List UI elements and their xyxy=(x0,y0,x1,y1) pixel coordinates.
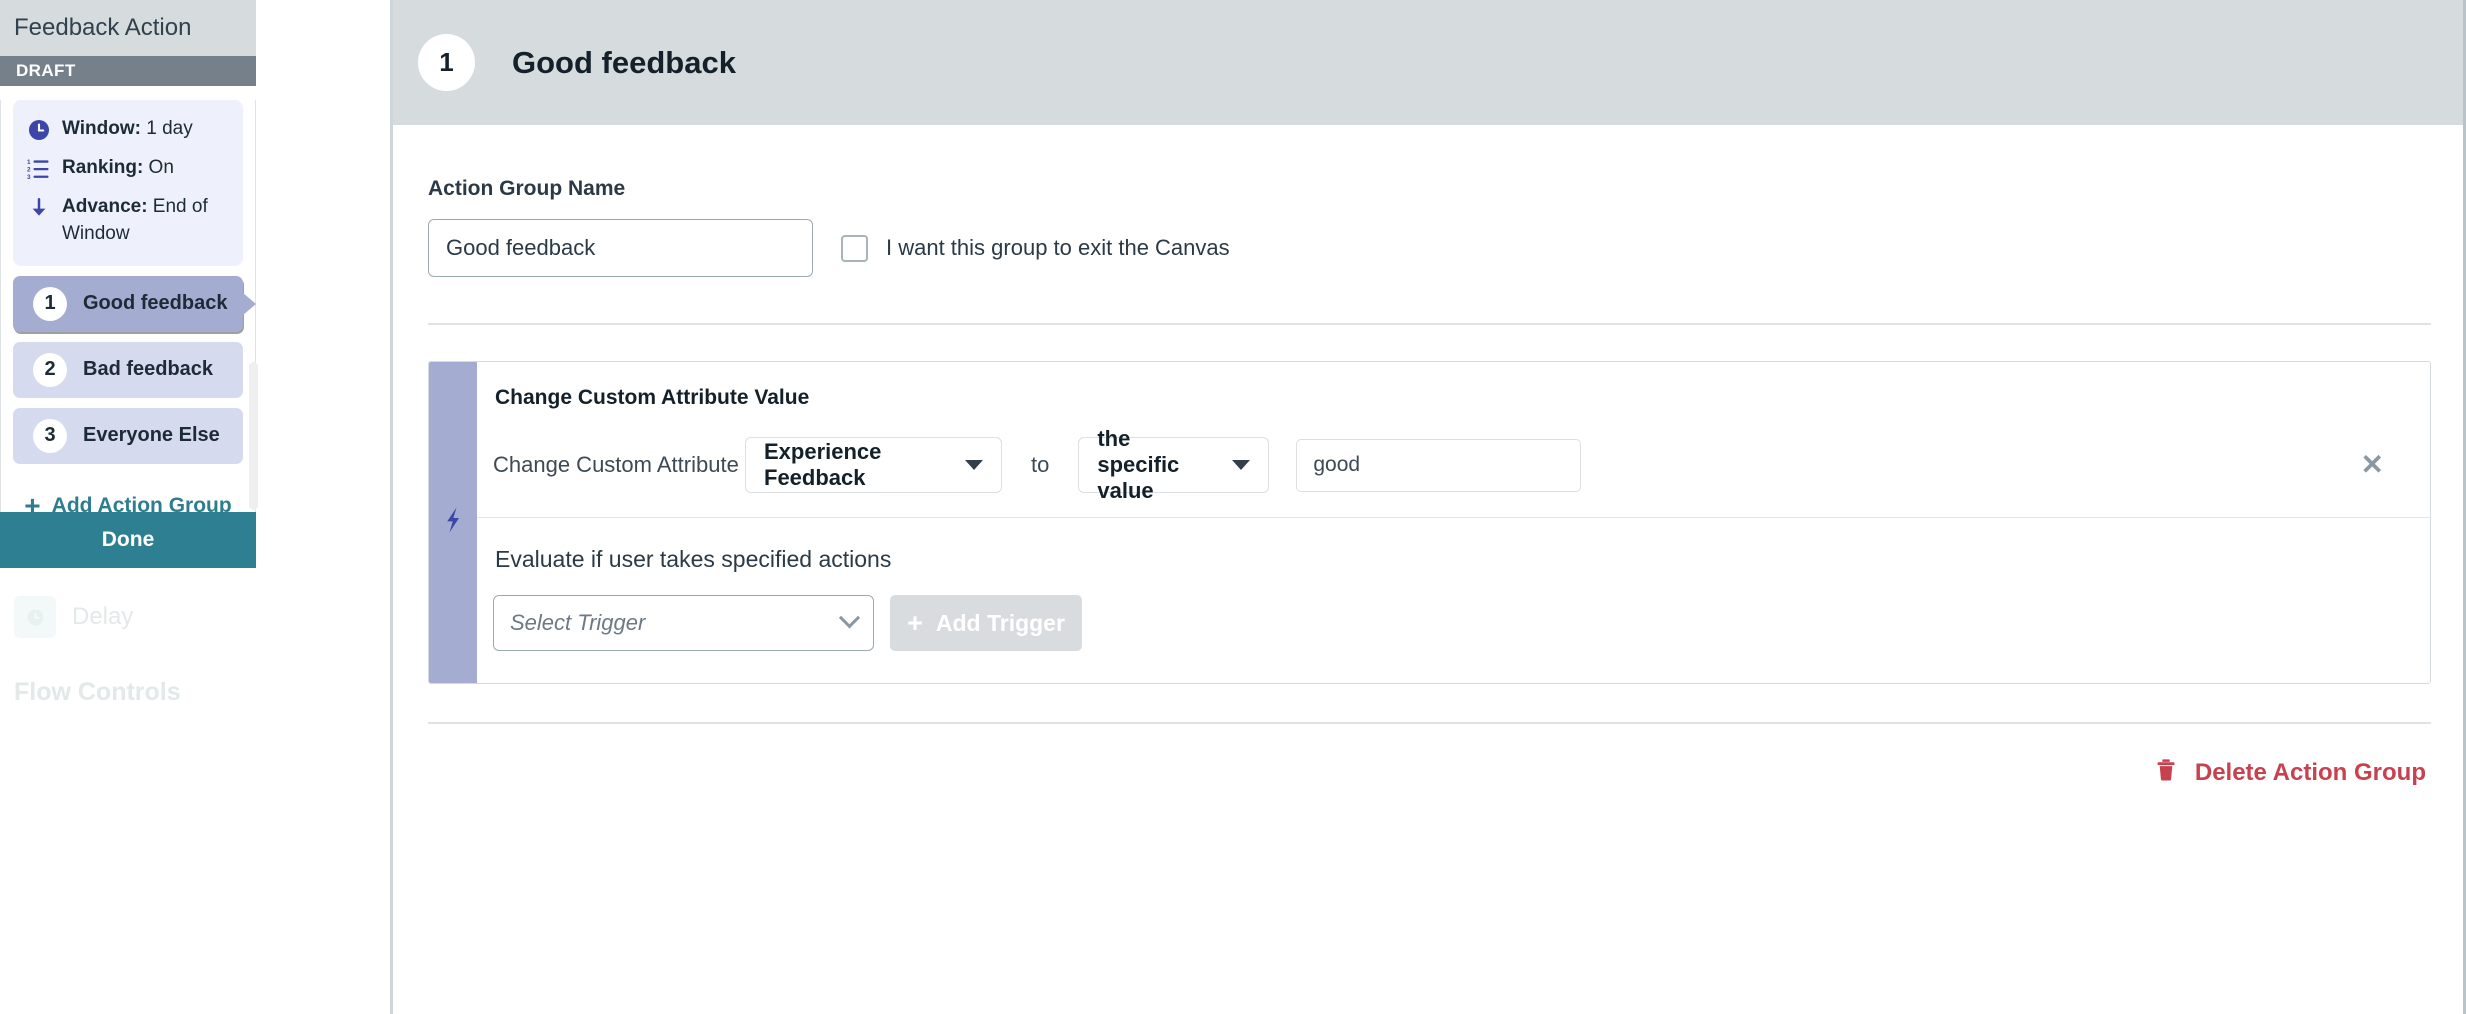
select-trigger-placeholder: Select Trigger xyxy=(510,610,646,635)
svg-text:3: 3 xyxy=(27,174,31,181)
status-badge-label: DRAFT xyxy=(16,61,76,80)
ghost-delay-label: Delay xyxy=(72,603,134,630)
clock-icon xyxy=(27,118,51,142)
chevron-down-icon xyxy=(965,460,983,470)
summary-window-label: Window: xyxy=(62,118,141,139)
group-number-badge: 1 xyxy=(33,286,67,321)
group-number-badge: 3 xyxy=(33,418,67,453)
trigger-section: Evaluate if user takes specified actions… xyxy=(477,517,2430,683)
summary-row-advance: Advance: End of Window xyxy=(27,194,229,248)
down-arrow-icon xyxy=(27,196,51,220)
change-attribute-section: Change Custom Attribute Value Change Cus… xyxy=(477,362,2430,517)
svg-text:2: 2 xyxy=(27,167,31,174)
trigger-row: Select Trigger + Add Trigger xyxy=(493,595,2430,651)
group-label: Everyone Else xyxy=(83,424,220,447)
left-sidebar: Feedback Action DRAFT Window: 1 day 1 2 … xyxy=(0,0,258,1014)
action-card-rail xyxy=(429,362,477,683)
exit-canvas-checkbox[interactable] xyxy=(841,234,868,262)
sidebar-scrollbar-thumb[interactable] xyxy=(249,362,258,510)
summary-row-ranking: 1 2 3 Ranking: On xyxy=(27,155,229,182)
change-attribute-action-card: Change Custom Attribute Value Change Cus… xyxy=(428,361,2431,684)
change-attribute-row: Change Custom Attribute Experience Feedb… xyxy=(493,426,2430,503)
summary-advance-text: Advance: End of Window xyxy=(62,194,229,248)
sidebar-item-good-feedback[interactable]: 1 Good feedback xyxy=(13,275,256,332)
sidebar-item-bad-feedback[interactable]: 2 Bad feedback xyxy=(13,341,243,398)
page-title: Good feedback xyxy=(512,44,736,80)
group-number-badge: 2 xyxy=(33,352,67,387)
main-panel: 1 Good feedback Action Group Name I want… xyxy=(393,0,2466,1014)
main-panel-header: 1 Good feedback xyxy=(393,0,2466,125)
lightning-bolt-icon xyxy=(438,505,468,540)
plus-icon: + xyxy=(24,489,41,521)
trigger-section-title: Evaluate if user takes specified actions xyxy=(495,546,892,572)
delete-action-group-label: Delete Action Group xyxy=(2194,758,2426,786)
action-summary-card: Window: 1 day 1 2 3 Ranking: On Advance:… xyxy=(13,100,243,266)
delete-action-group-button[interactable]: Delete Action Group xyxy=(423,724,2436,788)
change-attribute-row-label: Change Custom Attribute xyxy=(493,452,739,477)
exit-canvas-checkbox-row[interactable]: I want this group to exit the Canvas xyxy=(841,234,1230,262)
action-card-body: Change Custom Attribute Value Change Cus… xyxy=(477,362,2430,683)
action-group-name-input[interactable] xyxy=(428,219,813,277)
summary-window-value: 1 day xyxy=(140,118,193,139)
summary-advance-label: Advance: xyxy=(62,195,148,217)
group-label: Good feedback xyxy=(83,292,228,315)
status-badge: DRAFT xyxy=(0,56,256,86)
sidebar-item-everyone-else[interactable]: 3 Everyone Else xyxy=(13,407,243,464)
action-group-name-label: Action Group Name xyxy=(428,177,626,200)
select-trigger-dropdown[interactable]: Select Trigger xyxy=(493,595,874,651)
change-attribute-title: Change Custom Attribute Value xyxy=(495,386,810,409)
panel-shadow xyxy=(366,0,392,1014)
sidebar-scrollbar-track[interactable] xyxy=(248,100,260,512)
add-action-group-button[interactable]: + Add Action Group xyxy=(7,486,249,526)
trash-icon xyxy=(2153,757,2179,788)
main-panel-body: Action Group Name I want this group to e… xyxy=(393,125,2466,788)
add-trigger-label: Add Trigger xyxy=(935,609,1065,636)
action-group-name-row: I want this group to exit the Canvas xyxy=(423,201,2436,277)
plus-icon: + xyxy=(907,607,923,638)
ghost-delay-item: Delay xyxy=(0,568,256,638)
summary-ranking-label: Ranking: xyxy=(62,156,144,178)
summary-window-text: Window: 1 day xyxy=(62,116,193,143)
add-action-group-label: Add Action Group xyxy=(51,493,232,517)
sidebar-header: Feedback Action xyxy=(0,0,256,56)
page-step-number: 1 xyxy=(418,34,475,91)
svg-text:1: 1 xyxy=(27,159,31,166)
attribute-select-value: Experience Feedback xyxy=(764,439,882,490)
app-root: Po e ce w Co Feedback Action DRAFT xyxy=(0,0,2466,1014)
section-divider-top xyxy=(428,323,2431,325)
add-trigger-button[interactable]: + Add Trigger xyxy=(890,595,1082,651)
close-x-icon[interactable]: ✕ xyxy=(2361,451,2384,479)
value-mode-select-value: the specific value xyxy=(1097,426,1180,503)
to-connector-word: to xyxy=(1031,452,1050,477)
sidebar-body: Window: 1 day 1 2 3 Ranking: On Advance:… xyxy=(0,100,258,519)
chevron-down-icon xyxy=(838,606,861,628)
summary-row-window: Window: 1 day xyxy=(27,116,229,143)
chevron-down-icon xyxy=(1232,460,1251,470)
ghost-flow-controls-label: Flow Controls xyxy=(14,678,181,706)
value-mode-select[interactable]: the specific value xyxy=(1078,426,1270,503)
ranking-list-icon: 1 2 3 xyxy=(27,157,51,181)
group-label: Bad feedback xyxy=(83,358,214,381)
sidebar-title: Feedback Action xyxy=(14,14,192,41)
clock-icon-ghost xyxy=(14,596,56,638)
summary-ranking-value: On xyxy=(143,156,174,178)
exit-canvas-label: I want this group to exit the Canvas xyxy=(886,235,1230,260)
summary-ranking-text: Ranking: On xyxy=(62,155,174,182)
attribute-select[interactable]: Experience Feedback xyxy=(745,437,1002,493)
attribute-value-input[interactable] xyxy=(1296,438,1582,492)
